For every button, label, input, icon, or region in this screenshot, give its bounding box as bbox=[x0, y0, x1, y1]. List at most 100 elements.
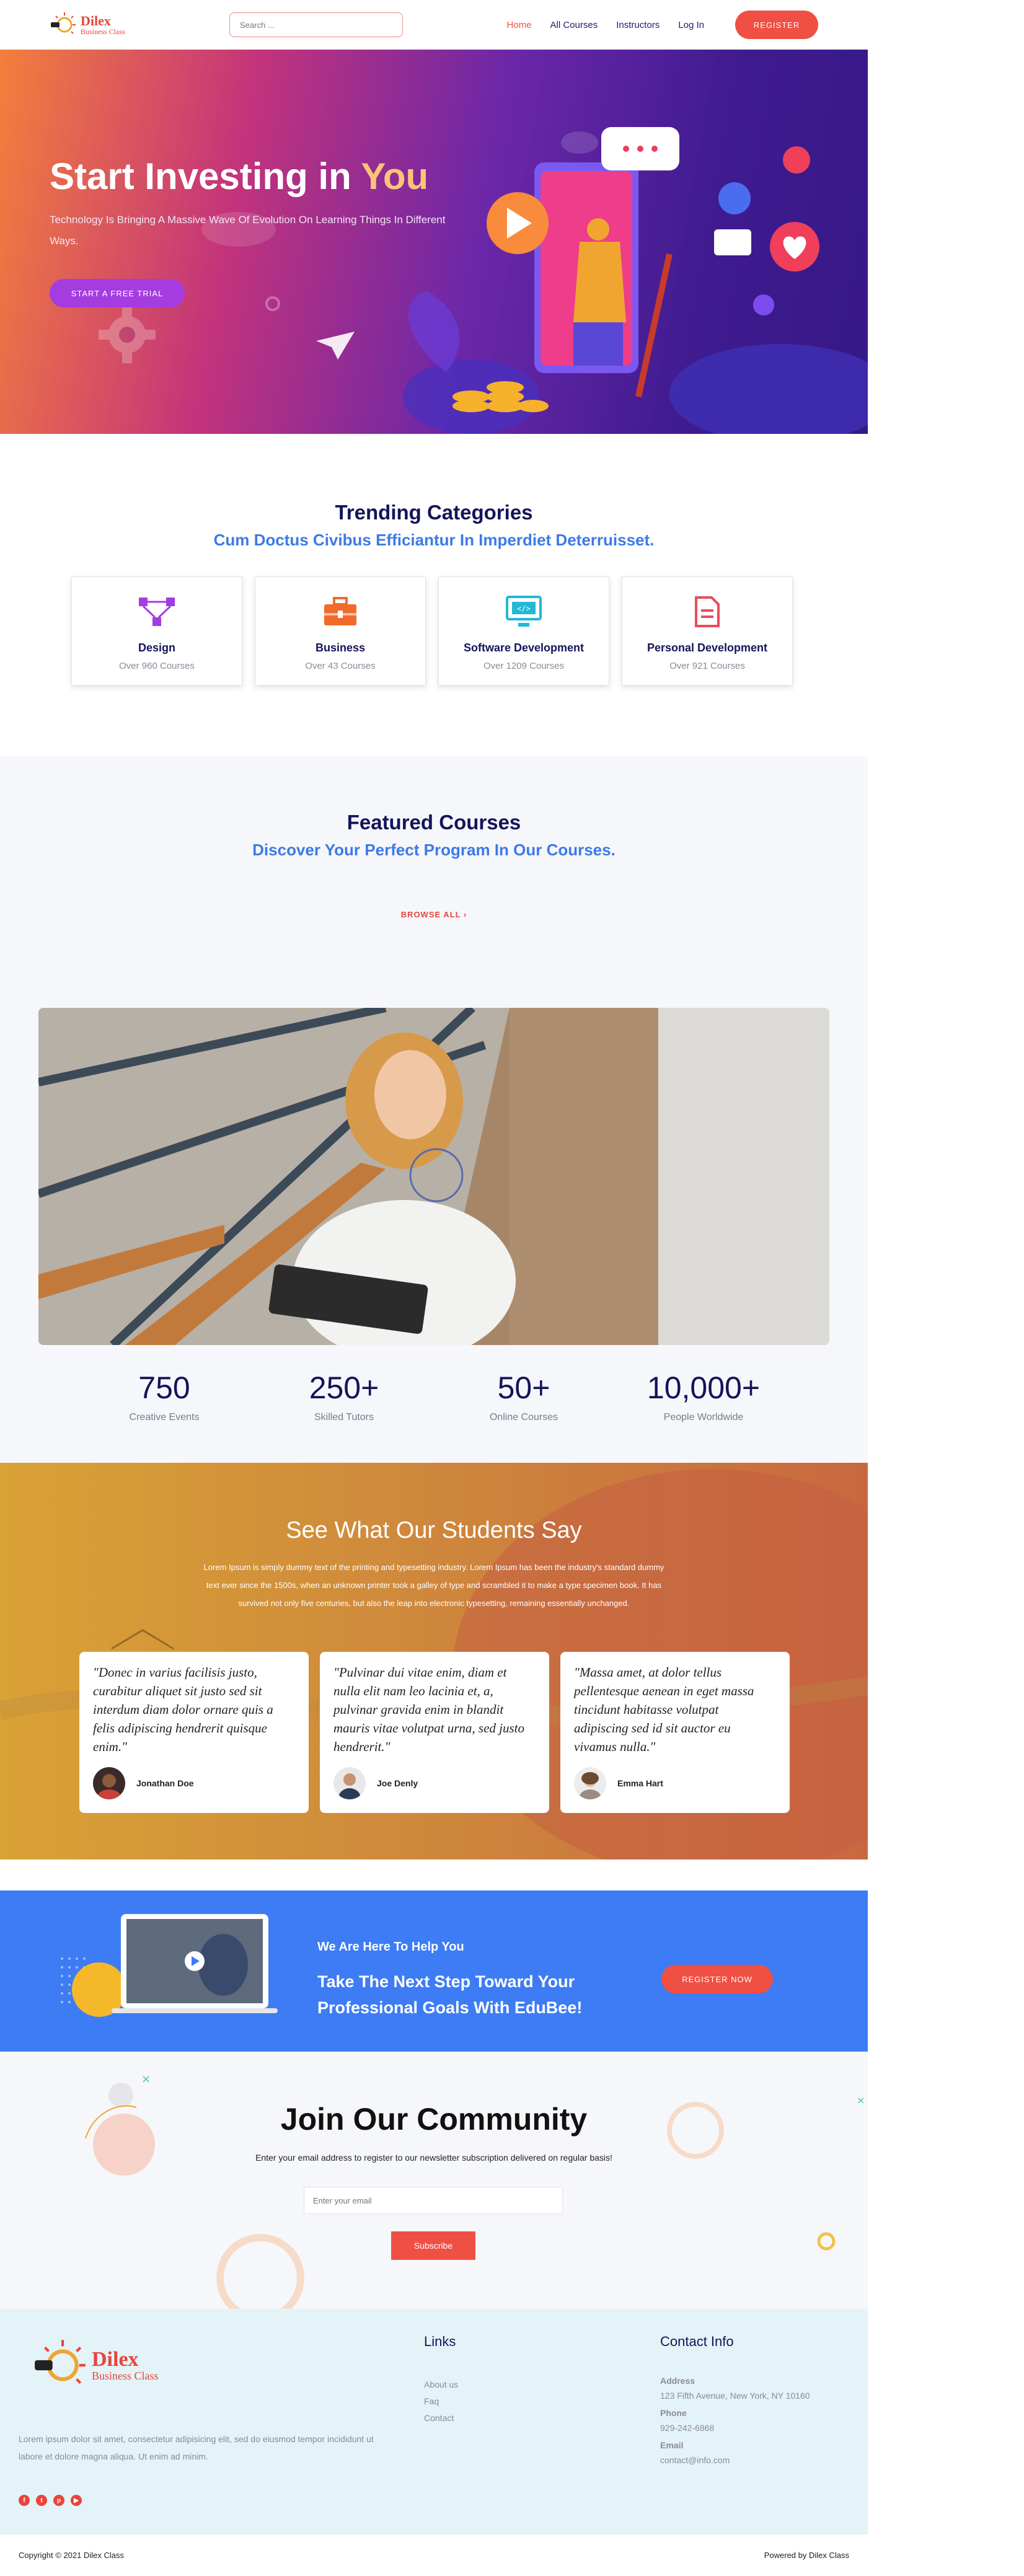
stat-label: Creative Events bbox=[129, 1412, 200, 1423]
email-input[interactable] bbox=[304, 2187, 563, 2214]
chevron-right-icon: › bbox=[463, 910, 467, 919]
footer-links-title: Links bbox=[424, 2334, 456, 2349]
heart-icon-small bbox=[783, 146, 810, 174]
site-footer: Dilex Business Class Lorem ipsum dolor s… bbox=[0, 2309, 868, 2534]
avatar-image bbox=[93, 1767, 125, 1799]
search-input[interactable] bbox=[229, 12, 403, 37]
social-links: f t p ▶ bbox=[19, 2495, 82, 2506]
concrete-pillar bbox=[658, 1008, 829, 1345]
nav-instructors[interactable]: Instructors bbox=[616, 20, 660, 30]
logo[interactable]: Dilex Business Class bbox=[50, 11, 155, 38]
cta-heading: Take The Next Step Toward Your Professio… bbox=[317, 1972, 583, 2017]
avatar bbox=[333, 1767, 366, 1799]
category-card-design[interactable]: Design Over 960 Courses bbox=[71, 576, 242, 686]
stat-item: 50+ Online Courses bbox=[434, 1370, 614, 1423]
footer-contact: Contact Info Address 123 Fifth Avenue, N… bbox=[660, 2334, 810, 2465]
chevron-shape bbox=[111, 1629, 174, 1650]
testimonial-person: Emma Hart bbox=[574, 1767, 776, 1799]
testimonial-name: Joe Denly bbox=[377, 1778, 418, 1788]
testimonial-quote: "Massa amet, at dolor tellus pellentesqu… bbox=[574, 1665, 754, 1754]
main-nav: Home All Courses Instructors Log In REGI… bbox=[507, 11, 818, 39]
browse-all-link[interactable]: BROWSE ALL › bbox=[0, 910, 868, 919]
testimonials-intro: Lorem Ipsum is simply dummy text of the … bbox=[203, 1563, 664, 1608]
nav-all-courses[interactable]: All Courses bbox=[550, 20, 598, 30]
hero-title-main: Start Investing in bbox=[50, 156, 351, 197]
person-face bbox=[374, 1050, 446, 1139]
stat-label: People Worldwide bbox=[663, 1412, 744, 1423]
youtube-icon[interactable]: ▶ bbox=[71, 2495, 82, 2506]
stat-label: Skilled Tutors bbox=[314, 1412, 374, 1423]
category-name: Software Development bbox=[463, 642, 585, 654]
decor-ring bbox=[216, 2234, 304, 2309]
stat-item: 10,000+ People Worldwide bbox=[614, 1370, 793, 1423]
paper-plane-icon bbox=[316, 332, 355, 359]
footer-logo[interactable]: Dilex Business Class bbox=[32, 2337, 159, 2393]
design-icon-svg bbox=[139, 598, 175, 626]
category-card-business[interactable]: Business Over 43 Courses bbox=[255, 576, 426, 686]
laptop-illustration bbox=[61, 1914, 278, 2017]
footer-link-contact[interactable]: Contact bbox=[424, 2413, 458, 2423]
register-button[interactable]: REGISTER bbox=[735, 11, 818, 39]
document-icon bbox=[622, 594, 792, 629]
community-description: Enter your email address to register to … bbox=[255, 2153, 612, 2163]
twitter-icon[interactable]: t bbox=[36, 2495, 47, 2506]
photo-illustration bbox=[38, 1008, 829, 1345]
contact-label: Phone bbox=[660, 2408, 687, 2418]
hero-title-accent: You bbox=[361, 156, 429, 197]
decor-ring-yellow bbox=[817, 2232, 836, 2251]
free-trial-button[interactable]: START A FREE TRIAL bbox=[50, 279, 185, 307]
briefcase-icon-svg bbox=[324, 597, 356, 625]
thumbs-up-icon bbox=[718, 182, 751, 214]
logo-subtitle: Business Class bbox=[81, 27, 125, 36]
trending-section: Trending Categories Cum Doctus Civibus E… bbox=[0, 434, 868, 756]
logo-mark-icon bbox=[51, 12, 76, 34]
monitor-code-icon: </> bbox=[439, 594, 609, 629]
category-card-software-development[interactable]: </> Software Development Over 1209 Cours… bbox=[438, 576, 609, 686]
trending-heading: Trending Categories Cum Doctus Civibus E… bbox=[0, 501, 868, 550]
stat-number: 10,000+ bbox=[647, 1370, 761, 1405]
category-list: Design Over 960 Courses Business Over 43… bbox=[71, 576, 793, 686]
star-badge-icon bbox=[753, 294, 774, 315]
nav-home[interactable]: Home bbox=[507, 20, 532, 30]
category-count: Over 921 Courses bbox=[669, 661, 745, 671]
stat-item: 750 Creative Events bbox=[74, 1370, 254, 1423]
footer-logo-mark-icon bbox=[35, 2340, 86, 2384]
footer-contact-title: Contact Info bbox=[660, 2334, 734, 2349]
footer-link-about[interactable]: About us bbox=[424, 2380, 458, 2389]
testimonial-name: Emma Hart bbox=[617, 1778, 663, 1788]
testimonial-quote: "Donec in varius facilisis justo, curabi… bbox=[93, 1665, 273, 1754]
spacer bbox=[0, 1859, 868, 1890]
category-card-personal-development[interactable]: Personal Development Over 921 Courses bbox=[622, 576, 793, 686]
hero-subtitle: Technology Is Bringing A Massive Wave Of… bbox=[50, 214, 446, 247]
featured-section: Featured Courses Discover Your Perfect P… bbox=[0, 756, 868, 1463]
laptop-base bbox=[112, 2008, 278, 2013]
featured-heading: Featured Courses Discover Your Perfect P… bbox=[0, 811, 868, 860]
subscribe-button[interactable]: Subscribe bbox=[391, 2231, 475, 2260]
site-header: Dilex Business Class Home All Courses In… bbox=[0, 0, 868, 50]
contact-value: 123 Fifth Avenue, New York, NY 10160 bbox=[660, 2391, 810, 2401]
category-count: Over 1209 Courses bbox=[483, 661, 565, 671]
community-title: Join Our Community bbox=[280, 2102, 588, 2137]
person-legs bbox=[573, 322, 623, 366]
design-icon bbox=[72, 594, 242, 629]
footer-link-faq[interactable]: Faq bbox=[424, 2396, 458, 2406]
cloud-shape-2 bbox=[561, 131, 598, 154]
testimonial-cards: "Donec in varius facilisis justo, curabi… bbox=[79, 1652, 790, 1813]
logo-title: Dilex bbox=[81, 13, 111, 29]
page: Dilex Business Class Home All Courses In… bbox=[0, 0, 1024, 2576]
contact-value[interactable]: contact@info.com bbox=[660, 2455, 810, 2465]
footer-logo-subtitle: Business Class bbox=[92, 2370, 159, 2382]
facebook-icon[interactable]: f bbox=[19, 2495, 30, 2506]
avatar-image bbox=[333, 1767, 366, 1799]
cta-section: We Are Here To Help You Take The Next St… bbox=[0, 1890, 868, 2052]
hero-title: Start Investing in You bbox=[50, 155, 428, 198]
logo-text: Dilex Business Class bbox=[81, 13, 125, 36]
leaf-shape bbox=[408, 291, 460, 372]
footer-logo-text: Dilex Business Class bbox=[92, 2349, 159, 2382]
pinterest-icon[interactable]: p bbox=[53, 2495, 64, 2506]
testimonial-person: Jonathan Doe bbox=[93, 1767, 295, 1799]
nav-log-in[interactable]: Log In bbox=[678, 20, 704, 30]
contact-list: Address 123 Fifth Avenue, New York, NY 1… bbox=[660, 2376, 810, 2465]
register-now-button[interactable]: REGISTER NOW bbox=[661, 1965, 773, 1993]
pencil-shape bbox=[635, 253, 673, 398]
